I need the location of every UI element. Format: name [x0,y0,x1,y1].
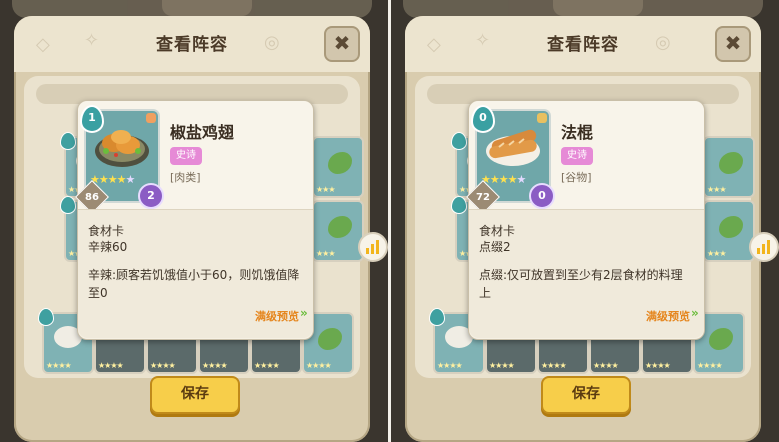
dialog-title: 查看阵容 [547,35,619,55]
bar-chart-icon [366,240,380,254]
card-stat: 辛辣60 [88,240,128,254]
stats-button[interactable] [749,232,779,262]
card-detail-header: 1 ★★★★★ 86 2 椒盐鸡翅 史诗 [肉类] [75,101,313,214]
lineup-card[interactable]: ★★★ [312,136,364,198]
chicken-wings-icon [95,130,149,167]
card-category: [谷物] [561,171,592,184]
level-badge: 0 [529,183,555,209]
lineup-card[interactable]: ★★★ [703,200,755,262]
baguette-icon [486,129,540,166]
left-panel: ◇ ✧ ◎ 查看阵容 ✖ ★★★ ★ ★★ ★★ ★★ ★ ★★★ ★★★★ ★★★★… [0,0,388,442]
lineup-card[interactable]: ★★★ [312,200,364,262]
bar-chart-icon [757,240,771,254]
double-arrow-icon[interactable]: » [691,306,705,320]
stats-button[interactable] [358,232,388,262]
max-level-preview-link[interactable]: 满级预览 [255,308,299,324]
card-art: 1 ★★★★★ 86 2 [75,105,164,214]
right-panel: ◇ ✧ ◎ 查看阵容 ✖ ★★★ ★ ★★ ★★ ★★ ★ ★★★ ★★★★ ★★★★… [391,0,779,442]
max-level-preview-link[interactable]: 满级预览 [646,308,690,324]
save-button[interactable]: 保存 [541,376,631,414]
card-type: 食材卡 [88,224,125,238]
dialog-title: 查看阵容 [156,35,228,55]
card-category: [肉类] [170,171,201,184]
card-detail-popup: 0 ★★★★★ 72 0 法棍 史诗 [谷物] 食材卡 点缀2 点缀:仅可放置到… [466,100,705,340]
card-detail-header: 0 ★★★★★ 72 0 法棍 史诗 [谷物] [466,101,704,214]
card-stat: 点缀2 [479,240,511,254]
rarity-badge: 史诗 [561,147,593,165]
dialog-header: ◇ ✧ ◎ 查看阵容 ✖ [14,16,370,72]
card-detail-popup: 1 ★★★★★ 86 2 椒盐鸡翅 史诗 [肉类] 食材卡 辛辣60 辛辣:顾客… [75,100,314,340]
card-description: 辛辣:顾客若饥饿值小于60，则饥饿值降至0 [88,268,300,300]
card-name: 法棍 [561,123,594,142]
save-button[interactable]: 保存 [150,376,240,414]
stat-value: 86 [85,192,99,203]
dialog-header: ◇ ✧ ◎ 查看阵容 ✖ [405,16,761,72]
card-name: 椒盐鸡翅 [170,123,235,142]
stat-value: 72 [476,192,490,203]
close-button[interactable]: ✖ [324,26,360,62]
close-button[interactable]: ✖ [715,26,751,62]
lineup-card[interactable]: ★★★ [703,136,755,198]
card-detail-body: 食材卡 辛辣60 辛辣:顾客若饥饿值小于60，则饥饿值降至0 满级预览 » [78,210,313,338]
level-badge: 2 [138,183,164,209]
card-description: 点缀:仅可放置到至少有2层食材的料理上 [479,268,683,300]
card-type: 食材卡 [479,224,516,238]
rarity-badge: 史诗 [170,147,202,165]
card-detail-body: 食材卡 点缀2 点缀:仅可放置到至少有2层食材的料理上 满级预览 » [469,210,704,338]
card-art: 0 ★★★★★ 72 0 [466,105,555,214]
double-arrow-icon[interactable]: » [300,306,314,320]
